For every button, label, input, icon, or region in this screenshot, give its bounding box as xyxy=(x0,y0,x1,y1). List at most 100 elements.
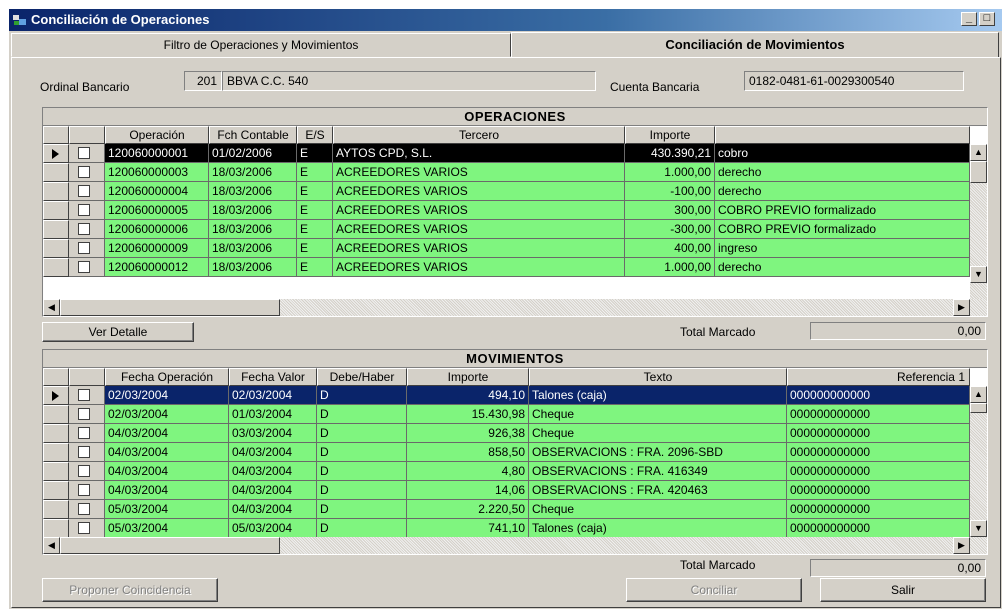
table-row[interactable]: 04/03/2004 04/03/2004 D 4,80 OBSERVACIONS : … xyxy=(43,462,970,481)
row-indicator[interactable] xyxy=(43,443,69,462)
row-checkbox[interactable] xyxy=(78,522,90,534)
row-indicator[interactable] xyxy=(43,386,69,405)
scroll-thumb[interactable] xyxy=(970,403,987,413)
row-checkbox[interactable] xyxy=(78,204,90,216)
row-pointer-icon xyxy=(52,149,59,159)
tab-conciliacion[interactable]: Conciliación de Movimientos xyxy=(511,32,999,58)
scroll-down-icon[interactable]: ▼ xyxy=(970,520,987,537)
ver-detalle-button[interactable]: Ver Detalle xyxy=(42,322,194,342)
conciliar-button[interactable]: Conciliar xyxy=(626,578,802,602)
cell-es: E xyxy=(297,258,333,277)
col-tercero[interactable]: Tercero xyxy=(333,126,625,144)
table-row[interactable]: 04/03/2004 04/03/2004 D 14,06 OBSERVACIONS :… xyxy=(43,481,970,500)
row-indicator[interactable] xyxy=(43,163,69,182)
col-debe-haber[interactable]: Debe/Haber xyxy=(317,368,407,386)
row-checkbox[interactable] xyxy=(78,465,90,477)
scroll-left-icon[interactable]: ◀ xyxy=(43,537,60,554)
col-referencia[interactable]: Referencia 1 xyxy=(787,368,970,386)
row-indicator[interactable] xyxy=(43,462,69,481)
ops-total-label: Total Marcado xyxy=(680,325,756,339)
hscroll-thumb[interactable] xyxy=(60,537,280,554)
scroll-up-icon[interactable]: ▲ xyxy=(970,144,987,161)
tab-filtro[interactable]: Filtro de Operaciones y Movimientos xyxy=(11,33,511,57)
scroll-down-icon[interactable]: ▼ xyxy=(970,266,987,283)
row-indicator[interactable] xyxy=(43,424,69,443)
scroll-right-icon[interactable]: ▶ xyxy=(953,299,970,316)
col-descripcion[interactable] xyxy=(715,126,970,144)
row-checkbox-cell xyxy=(69,220,105,239)
row-indicator[interactable] xyxy=(43,481,69,500)
col-importe[interactable]: Importe xyxy=(407,368,529,386)
row-checkbox[interactable] xyxy=(78,242,90,254)
scroll-up-icon[interactable]: ▲ xyxy=(970,386,987,403)
title-bar: Conciliación de Operaciones _ □ xyxy=(9,9,1002,31)
row-indicator[interactable] xyxy=(43,519,69,538)
salir-button[interactable]: Salir xyxy=(820,578,986,602)
table-row[interactable]: 02/03/2004 01/03/2004 D 15.430,98 Cheque 0000… xyxy=(43,405,970,424)
scroll-right-icon[interactable]: ▶ xyxy=(953,537,970,554)
scroll-left-icon[interactable]: ◀ xyxy=(43,299,60,316)
main-window: Conciliación de Operaciones _ □ Filtro d… xyxy=(8,8,1002,609)
col-fch-contable[interactable]: Fch Contable xyxy=(209,126,297,144)
cell-tercero: ACREEDORES VARIOS xyxy=(333,201,625,220)
row-indicator[interactable] xyxy=(43,201,69,220)
movimientos-vscroll[interactable]: ▲ ▼ xyxy=(970,386,987,537)
col-es[interactable]: E/S xyxy=(297,126,333,144)
col-operacion[interactable]: Operación xyxy=(105,126,209,144)
cell-es: E xyxy=(297,220,333,239)
table-row[interactable]: 120060000006 18/03/2006 E ACREEDORES VARIOS… xyxy=(43,220,970,239)
table-row[interactable]: 120060000004 18/03/2006 E ACREEDORES VARIOS… xyxy=(43,182,970,201)
cell-tercero: ACREEDORES VARIOS xyxy=(333,239,625,258)
cell-fecha-valor: 03/03/2004 xyxy=(229,424,317,443)
operaciones-hscroll[interactable]: ◀ ▶ xyxy=(43,299,987,316)
row-checkbox-cell xyxy=(69,405,105,424)
row-indicator[interactable] xyxy=(43,258,69,277)
cell-fecha-operacion: 02/03/2004 xyxy=(105,386,229,405)
table-row[interactable]: 04/03/2004 04/03/2004 D 858,50 OBSERVACIONS … xyxy=(43,443,970,462)
row-indicator[interactable] xyxy=(43,144,69,163)
row-checkbox[interactable] xyxy=(78,261,90,273)
cell-operacion: 120060000005 xyxy=(105,201,209,220)
table-row[interactable]: 05/03/2004 04/03/2004 D 2.220,50 Cheque 00000… xyxy=(43,500,970,519)
cell-descripcion: ingreso xyxy=(715,239,970,258)
minimize-button[interactable]: _ xyxy=(961,12,977,26)
maximize-button[interactable]: □ xyxy=(979,12,995,26)
row-indicator[interactable] xyxy=(43,405,69,424)
table-row[interactable]: 120060000001 01/02/2006 E AYTOS CPD, S.L. 43… xyxy=(43,144,970,163)
row-checkbox[interactable] xyxy=(78,223,90,235)
cell-importe: 400,00 xyxy=(625,239,715,258)
col-fecha-valor[interactable]: Fecha Valor xyxy=(229,368,317,386)
proponer-coincidencia-button[interactable]: Proponer Coincidencia xyxy=(42,578,218,602)
scroll-thumb[interactable] xyxy=(970,161,987,183)
col-importe[interactable]: Importe xyxy=(625,126,715,144)
table-row[interactable]: 120060000005 18/03/2006 E ACREEDORES VARIOS… xyxy=(43,201,970,220)
col-texto[interactable]: Texto xyxy=(529,368,787,386)
col-fecha-operacion[interactable]: Fecha Operación xyxy=(105,368,229,386)
cell-debe-haber: D xyxy=(317,443,407,462)
row-checkbox[interactable] xyxy=(78,503,90,515)
row-indicator[interactable] xyxy=(43,182,69,201)
movimientos-hscroll[interactable]: ◀ ▶ xyxy=(43,537,987,554)
row-indicator[interactable] xyxy=(43,220,69,239)
row-indicator[interactable] xyxy=(43,500,69,519)
operaciones-vscroll[interactable]: ▲ ▼ xyxy=(970,144,987,299)
row-checkbox[interactable] xyxy=(78,147,90,159)
row-checkbox[interactable] xyxy=(78,185,90,197)
table-row[interactable]: 120060000003 18/03/2006 E ACREEDORES VARIOS… xyxy=(43,163,970,182)
row-checkbox[interactable] xyxy=(78,389,90,401)
table-row[interactable]: 120060000012 18/03/2006 E ACREEDORES VARIOS… xyxy=(43,258,970,277)
table-row[interactable]: 120060000009 18/03/2006 E ACREEDORES VARIOS… xyxy=(43,239,970,258)
movimientos-grid[interactable]: MOVIMIENTOS Fecha Operación Fecha Valor … xyxy=(42,349,988,555)
row-checkbox[interactable] xyxy=(78,446,90,458)
operaciones-grid[interactable]: OPERACIONES Operación Fch Contable E/S T… xyxy=(42,107,988,317)
row-checkbox[interactable] xyxy=(78,408,90,420)
table-row[interactable]: 04/03/2004 03/03/2004 D 926,38 Cheque 0000000… xyxy=(43,424,970,443)
table-row[interactable]: 02/03/2004 02/03/2004 D 494,10 Talones (caja… xyxy=(43,386,970,405)
row-indicator[interactable] xyxy=(43,239,69,258)
row-checkbox[interactable] xyxy=(78,166,90,178)
mov-total-value: 0,00 xyxy=(810,559,986,577)
row-checkbox[interactable] xyxy=(78,484,90,496)
hscroll-thumb[interactable] xyxy=(60,299,280,316)
row-checkbox[interactable] xyxy=(78,427,90,439)
table-row[interactable]: 05/03/2004 05/03/2004 D 741,10 Talones (caja… xyxy=(43,519,970,538)
